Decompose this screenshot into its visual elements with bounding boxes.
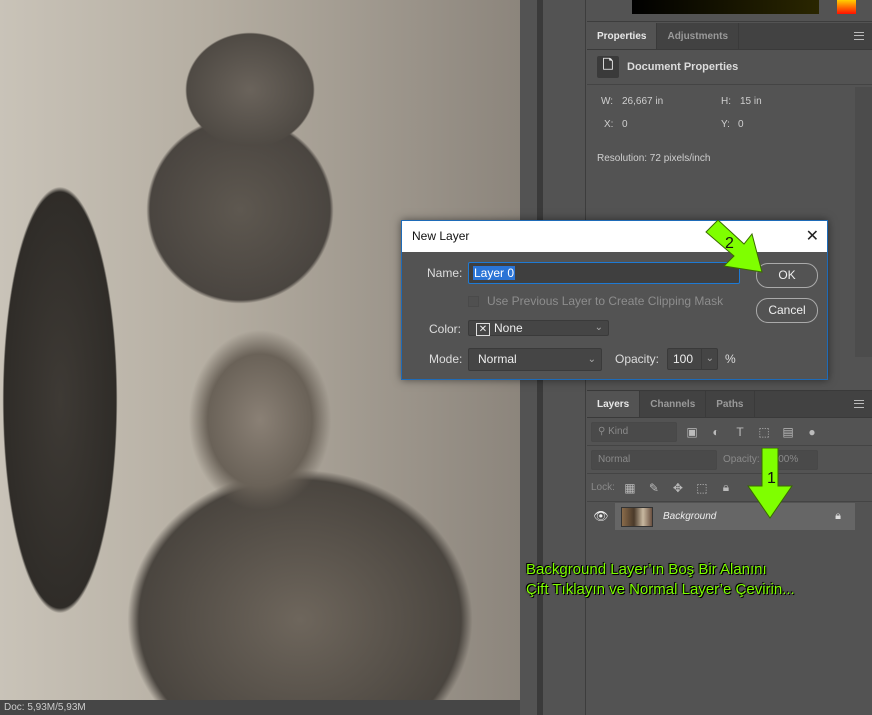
mode-value: Normal: [478, 352, 517, 366]
panel-menu-icon[interactable]: [854, 32, 864, 40]
lock-artboard-icon[interactable]: ⬚: [693, 481, 711, 495]
name-label: Name:: [427, 266, 463, 280]
scrollbar[interactable]: [855, 87, 872, 357]
clip-label: Use Previous Layer to Create Clipping Ma…: [487, 294, 724, 308]
type-filter-icon[interactable]: T: [731, 425, 749, 439]
w-label: W:: [601, 96, 614, 107]
close-icon[interactable]: ✕: [806, 221, 819, 252]
step-1-label: 1: [767, 470, 776, 487]
tab-adjustments[interactable]: Adjustments: [657, 23, 740, 49]
x-label: X:: [604, 119, 614, 130]
pixel-filter-icon[interactable]: ▣: [683, 425, 701, 439]
opacity-value: 100: [673, 352, 694, 366]
instruction-annotation: Background Layer’ın Boş Bir Alanını Çift…: [526, 560, 795, 600]
tab-channels[interactable]: Channels: [640, 391, 707, 417]
chevron-down-icon: ⌄: [587, 354, 596, 365]
name-value: Layer 0: [473, 266, 516, 280]
color-field[interactable]: [632, 0, 819, 14]
adjustment-filter-icon[interactable]: ◐: [707, 425, 725, 439]
instruction-line-1: Background Layer’ın Boş Bir Alanını: [526, 561, 767, 578]
tab-paths[interactable]: Paths: [706, 391, 755, 417]
x-value: 0: [622, 119, 628, 130]
arrow-diagonal-annotation: [705, 220, 763, 273]
document-icon: 🗋: [597, 56, 619, 78]
filter-toggle[interactable]: ●: [803, 425, 821, 439]
color-value: None: [494, 321, 523, 335]
lock-all-icon[interactable]: 🔒︎: [717, 480, 735, 495]
y-value: 0: [738, 119, 744, 130]
h-label: H:: [721, 96, 731, 107]
color-label: Color:: [429, 322, 462, 336]
opacity-label: Opacity:: [615, 352, 660, 366]
chevron-down-icon[interactable]: ⌄: [700, 349, 714, 369]
lock-label: Lock:: [591, 482, 615, 493]
no-color-icon: ✕: [476, 323, 490, 336]
y-label: Y:: [721, 119, 730, 130]
section-title: Document Properties: [627, 61, 739, 73]
h-value: 15 in: [740, 96, 762, 107]
panel-menu-icon[interactable]: [854, 400, 864, 408]
layer-thumbnail: [621, 506, 653, 527]
hue-slider[interactable]: [837, 0, 856, 14]
lock-position-move-icon[interactable]: ✥: [669, 481, 687, 495]
w-value: 26,667 in: [622, 96, 664, 107]
filter-kind-select[interactable]: ⚲ Kind: [591, 421, 677, 442]
cancel-button[interactable]: Cancel: [756, 298, 818, 323]
mode-label: Mode:: [429, 352, 463, 366]
clip-checkbox[interactable]: [468, 296, 479, 307]
eye-icon[interactable]: 👁︎: [587, 503, 615, 530]
layer-row[interactable]: 👁︎ Background 🔒︎: [587, 503, 855, 530]
color-select[interactable]: ✕ None ⌄: [468, 320, 609, 336]
instruction-line-2: Çift Tıklayın ve Normal Layer’e Çevirin.…: [526, 581, 795, 598]
lock-transparent-icon[interactable]: ▦: [621, 481, 639, 495]
layers-panel: Layers Channels Paths ⚲ Kind ▣ ◐ T ⬚ ▤ ●…: [587, 390, 872, 715]
filter-value: Kind: [608, 426, 629, 437]
doc-size: Doc: 5,93M/5,93M: [4, 702, 86, 713]
blend-value: Normal: [598, 454, 631, 465]
chevron-down-icon: ⌄: [594, 322, 603, 333]
step-2-label: 2: [725, 235, 734, 252]
mode-select[interactable]: Normal ⌄: [468, 348, 602, 371]
shape-filter-icon[interactable]: ⬚: [755, 425, 773, 439]
tab-layers[interactable]: Layers: [587, 391, 641, 417]
search-icon: ⚲: [598, 426, 609, 437]
blend-mode-select[interactable]: Normal: [591, 449, 717, 470]
tab-properties[interactable]: Properties: [587, 23, 658, 49]
status-bar: Doc: 5,93M/5,93M: [0, 700, 520, 715]
color-panel: [587, 0, 872, 22]
percent-label: %: [725, 352, 736, 366]
dialog-title: New Layer: [412, 229, 470, 243]
opacity-input[interactable]: 100 ⌄: [667, 348, 718, 370]
lock-image-brush-icon[interactable]: ✎: [645, 481, 663, 495]
smart-object-filter-icon[interactable]: ▤: [779, 425, 797, 439]
lock-icon: 🔒︎: [835, 510, 841, 522]
resolution: Resolution: 72 pixels/inch: [597, 153, 711, 164]
